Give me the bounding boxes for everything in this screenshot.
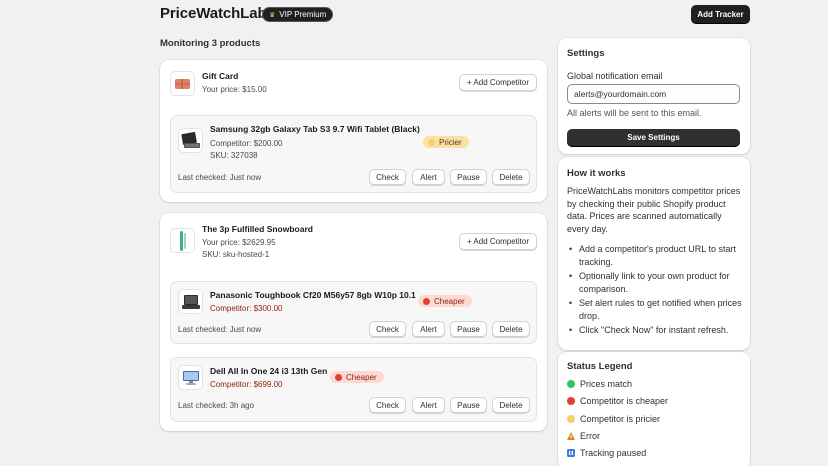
legend-item: Competitor is pricier [567,414,660,424]
yellow-circle-icon [428,138,435,146]
legend-item: Competitor is cheaper [567,396,668,406]
desktop-image [178,365,203,390]
product-card: Gift Card Your price: $15.00 + Add Compe… [160,60,547,202]
legend-item: Prices match [567,379,632,389]
check-button[interactable]: Check [369,169,406,185]
legend-label: Tracking paused [580,448,647,458]
pause-button[interactable]: Pause [450,397,487,413]
legend-label: Prices match [580,379,633,389]
legend-label: Competitor is cheaper [580,396,669,406]
vip-label: VIP Premium [279,10,327,19]
status-label: Cheaper [346,372,377,382]
red-circle-icon [335,373,342,381]
green-circle-icon [567,380,575,388]
settings-title: Settings [567,48,605,59]
check-button[interactable]: Check [369,321,406,337]
alert-button[interactable]: Alert [412,397,445,413]
pause-icon [567,449,575,457]
step-item: Set alert rules to get notified when pri… [567,297,743,322]
add-competitor-button[interactable]: + Add Competitor [459,74,537,91]
step-item: Click "Check Now" for instant refresh. [567,324,743,337]
settings-card: Settings Global notification email alert… [558,38,750,154]
tablet-image [178,128,203,153]
red-circle-icon [423,297,430,305]
email-field[interactable]: alerts@yourdomain.com [567,84,740,104]
product-sku: SKU: sku-hosted-1 [202,250,270,259]
pause-button[interactable]: Pause [450,169,487,185]
how-it-works-card: How it works PriceWatchLabs monitors com… [558,157,750,350]
red-circle-icon [567,397,575,405]
snowboard-image [170,228,195,253]
status-badge: Cheaper [418,295,472,307]
status-label: Pricier [439,137,462,147]
product-name: Gift Card [202,71,239,81]
crown-icon: ♛ [269,11,276,19]
how-it-works-steps: Add a competitor's product URL to start … [567,243,743,339]
product-name: The 3p Fulfilled Snowboard [202,224,313,234]
monitoring-count: Monitoring 3 products [160,38,261,49]
delete-button[interactable]: Delete [492,397,530,413]
legend-item: Tracking paused [567,448,646,458]
competitor-price: Competitor: $200.00 [210,139,283,148]
legend-item: Error [567,431,600,441]
competitor-sku: SKU: 327038 [210,151,258,160]
how-it-works-intro: PriceWatchLabs monitors competitor price… [567,186,741,234]
competitor-price: Competitor: $300.00 [210,304,283,313]
alert-button[interactable]: Alert [412,169,445,185]
delete-button[interactable]: Delete [492,169,530,185]
competitor-row: Dell All In One 24 i3 13th Gen Competito… [170,357,537,422]
how-it-works-title: How it works [567,168,626,179]
status-badge: Cheaper [330,371,384,383]
laptop-image [178,289,203,314]
legend-label: Competitor is pricier [580,414,661,424]
email-label: Global notification email [567,71,663,81]
status-legend-card: Status Legend Prices match Competitor is… [558,352,750,466]
app-title: PriceWatchLabs [160,5,275,22]
competitor-price: Competitor: $699.00 [210,380,283,389]
alert-button[interactable]: Alert [412,321,445,337]
yellow-circle-icon [567,415,575,423]
legend-label: Error [580,431,600,441]
status-badge: Pricier [423,136,469,148]
gift-card-image [170,71,195,96]
step-item: Optionally link to your own product for … [567,270,743,295]
top-bar: PriceWatchLabs ♛ VIP Premium Add Tracker [0,0,828,30]
vip-badge: ♛ VIP Premium [262,7,334,22]
competitor-row: Samsung 32gb Galaxy Tab S3 9.7 Wifi Tabl… [170,115,537,193]
last-checked: Last checked: Just now [178,325,262,334]
competitor-name: Panasonic Toughbook Cf20 M56y57 8gb W10p… [210,290,416,300]
last-checked: Last checked: 3h ago [178,401,255,410]
legend-title: Status Legend [567,361,633,372]
step-item: Add a competitor's product URL to start … [567,243,743,268]
pause-button[interactable]: Pause [450,321,487,337]
last-checked: Last checked: Just now [178,173,262,182]
product-card: The 3p Fulfilled Snowboard Your price: $… [160,213,547,431]
check-button[interactable]: Check [369,397,406,413]
email-helper-text: All alerts will be sent to this email. [567,108,702,118]
competitor-row: Panasonic Toughbook Cf20 M56y57 8gb W10p… [170,281,537,344]
product-your-price: Your price: $2629.95 [202,238,276,247]
product-your-price: Your price: $15.00 [202,85,267,94]
add-tracker-button[interactable]: Add Tracker [691,5,750,23]
delete-button[interactable]: Delete [492,321,530,337]
competitor-name: Samsung 32gb Galaxy Tab S3 9.7 Wifi Tabl… [210,124,420,134]
warning-icon [567,432,575,440]
add-competitor-button[interactable]: + Add Competitor [459,233,537,250]
status-label: Cheaper [434,296,465,306]
competitor-name: Dell All In One 24 i3 13th Gen [210,366,328,376]
save-settings-button[interactable]: Save Settings [567,129,740,146]
